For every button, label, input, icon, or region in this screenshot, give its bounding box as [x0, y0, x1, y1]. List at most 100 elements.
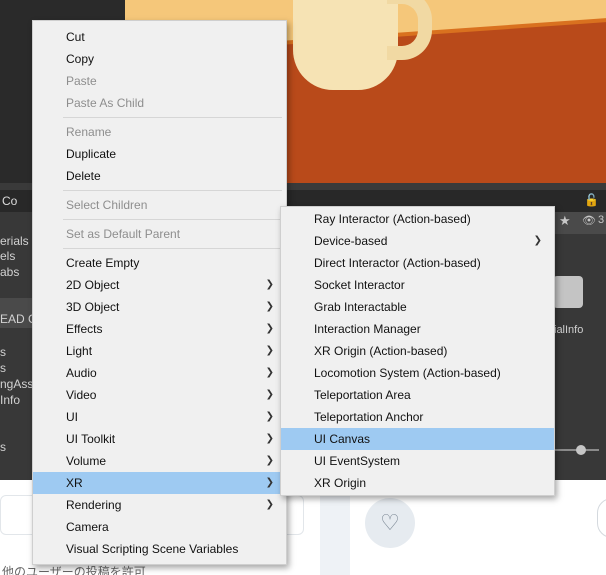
menu-item-label: Cut: [66, 30, 85, 44]
submenu-item-ray-interactor[interactable]: Ray Interactor (Action-based): [281, 208, 554, 230]
menu-item-audio[interactable]: Audio ❯: [33, 362, 286, 384]
chevron-right-icon: ❯: [265, 345, 274, 356]
menu-item-rename[interactable]: Rename: [33, 121, 286, 143]
star-icon[interactable]: ★: [559, 213, 571, 229]
folder-item[interactable]: els: [0, 249, 15, 263]
panel-title[interactable]: Co: [2, 194, 17, 208]
xr-submenu: Ray Interactor (Action-based) Device-bas…: [280, 206, 555, 496]
menu-item-label: 3D Object: [66, 300, 120, 314]
folder-item[interactable]: s: [0, 345, 6, 359]
folder-item[interactable]: Info: [0, 393, 20, 407]
folder-item[interactable]: s: [0, 361, 6, 375]
chevron-right-icon: ❯: [265, 433, 274, 444]
menu-item-label: Teleportation Anchor: [314, 410, 424, 424]
menu-item-light[interactable]: Light ❯: [33, 340, 286, 362]
menu-separator: [63, 117, 282, 118]
menu-item-delete[interactable]: Delete: [33, 165, 286, 187]
hidden-count: 3: [598, 214, 605, 226]
folder-item[interactable]: erials: [0, 234, 29, 248]
chevron-right-icon: ❯: [265, 367, 274, 378]
menu-item-cut[interactable]: Cut: [33, 26, 286, 48]
menu-item-label: XR Origin (Action-based): [314, 344, 448, 358]
menu-item-label: Delete: [66, 169, 101, 183]
menu-item-label: Grab Interactable: [314, 300, 407, 314]
submenu-item-direct-interactor[interactable]: Direct Interactor (Action-based): [281, 252, 554, 274]
menu-item-duplicate[interactable]: Duplicate: [33, 143, 286, 165]
submenu-item-grab-interactable[interactable]: Grab Interactable: [281, 296, 554, 318]
menu-item-label: Create Empty: [66, 256, 140, 270]
menu-item-label: Camera: [66, 520, 109, 534]
folder-icon[interactable]: [553, 276, 583, 308]
heart-icon[interactable]: ♡: [365, 498, 415, 548]
menu-item-label: UI EventSystem: [314, 454, 401, 468]
menu-item-label: Duplicate: [66, 147, 117, 161]
menu-item-label: Locomotion System (Action-based): [314, 366, 501, 380]
chevron-right-icon: ❯: [265, 477, 274, 488]
submenu-item-teleportation-area[interactable]: Teleportation Area: [281, 384, 554, 406]
menu-item-label: Video: [66, 388, 97, 402]
menu-item-label: Paste As Child: [66, 96, 145, 110]
menu-item-label: UI Toolkit: [66, 432, 116, 446]
folder-item[interactable]: abs: [0, 265, 19, 279]
menu-item-label: Rendering: [66, 498, 122, 512]
zoom-slider-knob[interactable]: [576, 445, 586, 455]
chevron-right-icon: ❯: [265, 455, 274, 466]
menu-item-xr[interactable]: XR ❯: [33, 472, 286, 494]
submenu-item-interaction-manager[interactable]: Interaction Manager: [281, 318, 554, 340]
web-round-button[interactable]: [597, 498, 606, 538]
submenu-item-socket-interactor[interactable]: Socket Interactor: [281, 274, 554, 296]
menu-item-label: Set as Default Parent: [66, 227, 181, 241]
menu-item-label: Volume: [66, 454, 107, 468]
menu-item-copy[interactable]: Copy: [33, 48, 286, 70]
menu-item-rendering[interactable]: Rendering ❯: [33, 494, 286, 516]
menu-separator: [63, 219, 282, 220]
menu-item-label: XR: [66, 476, 83, 490]
menu-item-paste[interactable]: Paste: [33, 70, 286, 92]
menu-item-set-default-parent[interactable]: Set as Default Parent: [33, 223, 286, 245]
submenu-item-teleportation-anchor[interactable]: Teleportation Anchor: [281, 406, 554, 428]
submenu-item-xr-origin[interactable]: XR Origin: [281, 472, 554, 494]
menu-item-label: Device-based: [314, 234, 388, 248]
menu-item-label: Light: [66, 344, 93, 358]
submenu-item-xr-origin-action-based[interactable]: XR Origin (Action-based): [281, 340, 554, 362]
chevron-right-icon: ❯: [265, 301, 274, 312]
eye-slash-icon[interactable]: 👁: [582, 214, 596, 227]
chevron-right-icon: ❯: [265, 389, 274, 400]
menu-item-visual-scripting-scene-variables[interactable]: Visual Scripting Scene Variables: [33, 538, 286, 560]
lock-icon[interactable]: 🔓: [584, 193, 599, 207]
menu-item-camera[interactable]: Camera: [33, 516, 286, 538]
menu-item-label: Effects: [66, 322, 103, 336]
submenu-item-ui-eventsystem[interactable]: UI EventSystem: [281, 450, 554, 472]
submenu-item-ui-canvas[interactable]: UI Canvas: [281, 428, 554, 450]
menu-item-label: Ray Interactor (Action-based): [314, 212, 471, 226]
menu-item-label: Interaction Manager: [314, 322, 421, 336]
menu-item-effects[interactable]: Effects ❯: [33, 318, 286, 340]
menu-item-ui[interactable]: UI ❯: [33, 406, 286, 428]
folder-item[interactable]: s: [0, 440, 6, 454]
menu-item-create-empty[interactable]: Create Empty: [33, 252, 286, 274]
menu-item-label: UI Canvas: [314, 432, 371, 446]
menu-item-label: Copy: [66, 52, 95, 66]
menu-item-volume[interactable]: Volume ❯: [33, 450, 286, 472]
menu-item-paste-as-child[interactable]: Paste As Child: [33, 92, 286, 114]
menu-item-label: UI: [66, 410, 78, 424]
menu-item-3d-object[interactable]: 3D Object ❯: [33, 296, 286, 318]
asset-label[interactable]: ialInfo: [554, 324, 583, 336]
menu-item-label: Direct Interactor (Action-based): [314, 256, 481, 270]
menu-item-2d-object[interactable]: 2D Object ❯: [33, 274, 286, 296]
chevron-right-icon: ❯: [265, 323, 274, 334]
menu-item-label: Teleportation Area: [314, 388, 411, 402]
menu-item-video[interactable]: Video ❯: [33, 384, 286, 406]
menu-item-ui-toolkit[interactable]: UI Toolkit ❯: [33, 428, 286, 450]
menu-separator: [63, 248, 282, 249]
chevron-right-icon: ❯: [265, 279, 274, 290]
submenu-item-device-based[interactable]: Device-based ❯: [281, 230, 554, 252]
folder-item[interactable]: ngAss: [0, 377, 33, 391]
menu-item-select-children[interactable]: Select Children: [33, 194, 286, 216]
menu-item-label: Audio: [66, 366, 97, 380]
menu-item-label: Select Children: [66, 198, 148, 212]
chevron-right-icon: ❯: [265, 499, 274, 510]
menu-item-label: Visual Scripting Scene Variables: [66, 542, 239, 556]
chevron-right-icon: ❯: [533, 235, 542, 246]
submenu-item-locomotion-system[interactable]: Locomotion System (Action-based): [281, 362, 554, 384]
